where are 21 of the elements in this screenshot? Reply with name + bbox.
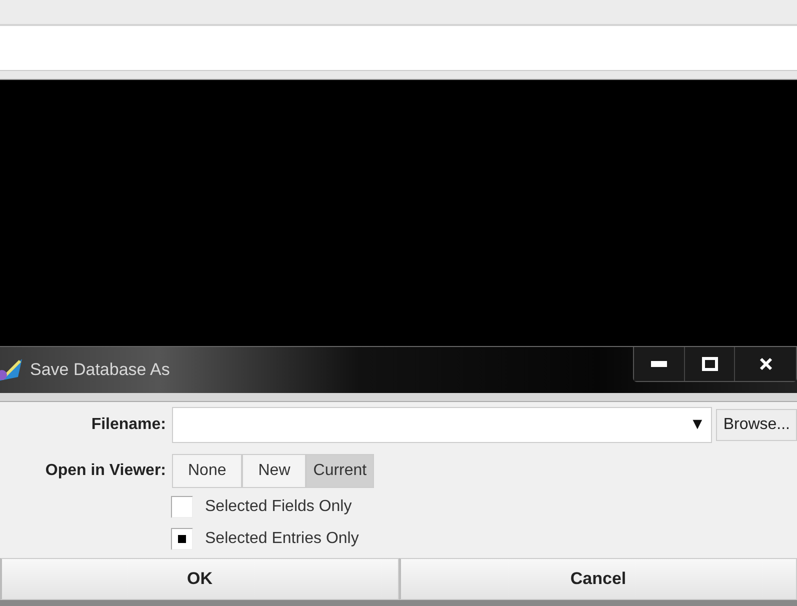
cancel-button[interactable]: Cancel [398,558,797,600]
browse-button[interactable]: Browse... [716,409,797,441]
checkbox-label: Selected Fields Only [205,498,352,516]
viewer-option[interactable]: New [242,454,306,488]
maximize-icon [702,357,718,371]
checkbox-label: Selected Entries Only [205,530,359,548]
minimize-button[interactable] [634,347,684,381]
close-icon [758,357,772,371]
filename-label: Filename: [90,416,167,434]
filename-field[interactable]: ▼ [172,407,712,443]
close-button[interactable] [734,347,796,381]
ok-button[interactable]: OK [0,558,398,600]
dropdown-arrow[interactable]: ▼ [689,416,706,434]
minimize-icon [651,361,667,367]
viewer-option[interactable]: Current [306,454,374,488]
window-title: Save Database As [30,360,171,380]
app-icon [0,357,24,383]
viewer-label: Open in Viewer: [44,462,167,480]
checkbox[interactable] [171,528,193,550]
viewer-option[interactable]: None [172,454,242,488]
checkbox[interactable] [171,496,193,518]
